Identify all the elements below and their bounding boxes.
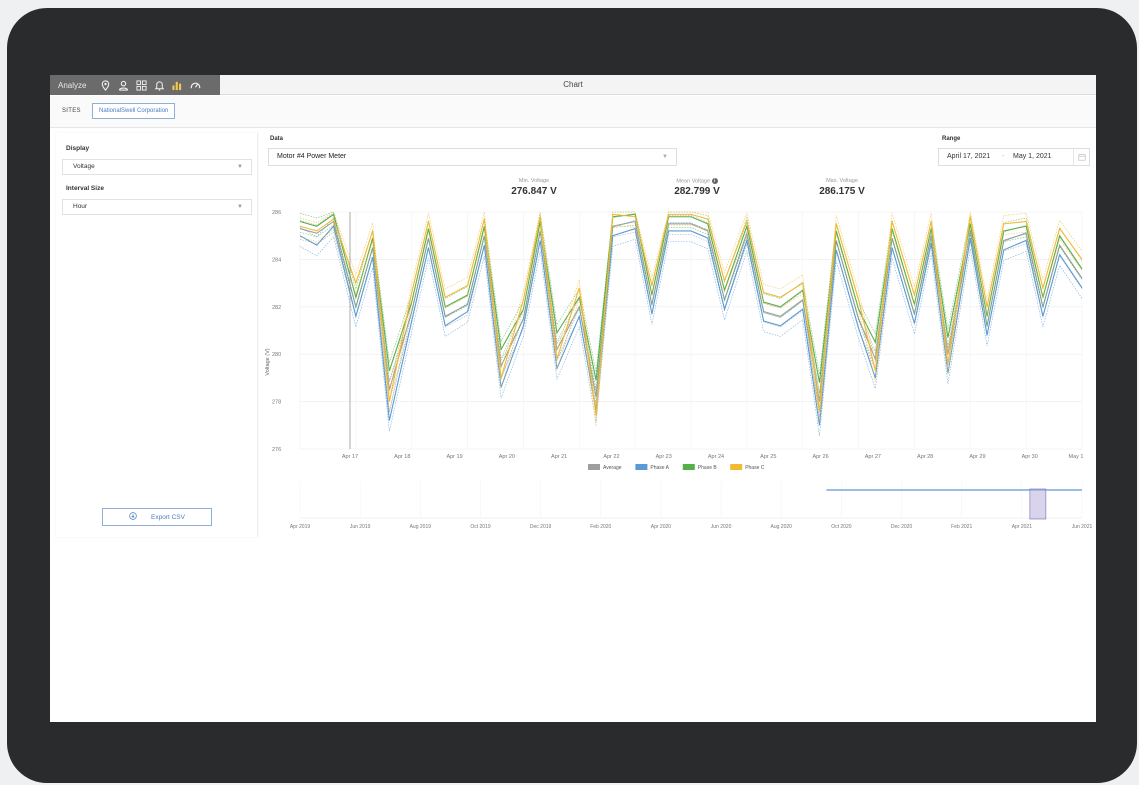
chevron-down-icon: ▼ xyxy=(662,154,668,160)
navigator-tick-label: Oct 2020 xyxy=(831,524,852,530)
navigator-tick-label: Feb 2021 xyxy=(951,524,972,530)
app-screen: Analyze Chart SITES NationalSwell Corpor… xyxy=(50,75,1096,722)
x-tick-label: Apr 21 xyxy=(551,454,567,460)
chart-legend: Average Phase A Phase B Phase C xyxy=(588,464,765,471)
min-voltage-stat: Min. Voltage 276.847 V xyxy=(479,178,589,197)
navigator-tick-label: Apr 2021 xyxy=(1012,524,1033,530)
navigator-tick-label: Aug 2019 xyxy=(410,524,432,530)
data-label: Data xyxy=(270,136,284,142)
x-tick-label: Apr 25 xyxy=(760,454,776,460)
dashboard-grid-icon[interactable] xyxy=(134,78,148,92)
x-tick-label: Apr 30 xyxy=(1022,454,1038,460)
y-tick-label: 284 xyxy=(272,257,281,263)
navigator-tick-label: Jun 2020 xyxy=(711,524,732,530)
legend-label[interactable]: Average xyxy=(603,465,622,471)
max-voltage-label: Max. Voltage xyxy=(826,178,858,184)
x-tick-label: Apr 18 xyxy=(394,454,410,460)
x-tick-label: Apr 22 xyxy=(603,454,619,460)
bar-chart-icon[interactable] xyxy=(170,78,184,92)
user-icon[interactable] xyxy=(116,78,130,92)
x-tick-label: May 1 xyxy=(1069,454,1084,460)
display-select[interactable]: Voltage ▼ xyxy=(62,159,252,175)
max-voltage-stat: Max. Voltage 286.175 V xyxy=(787,178,897,197)
legend-label[interactable]: Phase B xyxy=(698,465,718,471)
navigator-tick-label: Dec 2020 xyxy=(891,524,913,530)
export-csv-label: Export CSV xyxy=(151,513,185,521)
sites-label: SITES xyxy=(62,108,81,114)
data-select[interactable]: Motor #4 Power Meter ▼ xyxy=(268,148,677,166)
x-tick-label: Apr 29 xyxy=(969,454,985,460)
navigator-tick-label: Apr 2020 xyxy=(651,524,672,530)
y-tick-label: 276 xyxy=(272,447,281,453)
gauge-icon[interactable] xyxy=(188,78,202,92)
calendar-icon[interactable] xyxy=(1073,149,1089,165)
y-tick-label: 282 xyxy=(272,305,281,311)
mean-voltage-stat: Mean Voltage i 282.799 V xyxy=(642,178,752,197)
y-axis-label: Voltage (V) xyxy=(265,348,271,375)
export-csv-button[interactable]: Export CSV xyxy=(102,508,212,526)
info-icon[interactable]: i xyxy=(711,178,718,184)
x-tick-label: Apr 27 xyxy=(865,454,881,460)
legend-swatch xyxy=(682,464,695,470)
interval-select[interactable]: Hour ▼ xyxy=(62,199,252,215)
mean-voltage-label-text: Mean Voltage xyxy=(676,178,711,185)
legend-swatch xyxy=(588,464,600,470)
download-icon xyxy=(129,512,137,522)
range-separator: - xyxy=(1002,153,1005,160)
legend-label[interactable]: Phase C xyxy=(745,465,765,471)
sites-bar: SITES NationalSwell Corporation xyxy=(50,96,1096,128)
legend-label[interactable]: Phase A xyxy=(650,465,669,471)
navigator-tick-label: Dec 2019 xyxy=(530,524,552,530)
legend-swatch xyxy=(635,464,648,470)
navigator-selection-window[interactable] xyxy=(1029,488,1047,520)
date-range-picker[interactable]: April 17, 2021 - May 1, 2021 xyxy=(938,148,1090,166)
range-navigator[interactable]: Apr 2019 Jun 2019 Aug 2019 Oct 2019 Dec 2019… xyxy=(290,481,1093,530)
display-select-value: Voltage xyxy=(73,163,95,170)
y-tick-label: 280 xyxy=(272,352,281,358)
x-tick-label: Apr 19 xyxy=(446,454,462,460)
voltage-chart[interactable]: 276278280282284286 Voltage (V) Apr 17 Apr… xyxy=(260,200,1096,545)
x-tick-label: Apr 20 xyxy=(499,454,515,460)
x-tick-label: Apr 23 xyxy=(656,454,672,460)
x-tick-label: Apr 26 xyxy=(812,454,828,460)
chevron-down-icon: ▼ xyxy=(237,204,243,210)
left-panel: Display Voltage ▼ Interval Size Hour ▼ E… xyxy=(56,133,258,537)
min-voltage-label: Min. Voltage xyxy=(518,178,550,184)
x-tick-label: Apr 28 xyxy=(917,454,933,460)
interval-select-value: Hour xyxy=(73,203,88,210)
navigator-tick-label: Apr 2019 xyxy=(290,524,311,530)
range-start[interactable]: April 17, 2021 xyxy=(947,153,990,160)
navigator-tick-label: Aug 2020 xyxy=(771,524,793,530)
mean-voltage-label: Mean Voltage i xyxy=(642,178,752,184)
x-tick-label: Apr 24 xyxy=(708,454,724,460)
min-voltage-value: 276.847 V xyxy=(511,186,557,197)
top-bar: Analyze Chart xyxy=(50,75,1096,95)
data-select-value: Motor #4 Power Meter xyxy=(277,153,347,160)
analyze-label[interactable]: Analyze xyxy=(58,81,86,90)
range-end[interactable]: May 1, 2021 xyxy=(1013,153,1052,160)
legend-swatch xyxy=(730,464,743,470)
range-label: Range xyxy=(942,136,961,142)
display-label: Display xyxy=(66,145,90,152)
chevron-down-icon: ▼ xyxy=(237,164,243,170)
interval-label: Interval Size xyxy=(66,185,104,192)
navigator-tick-label: Jun 2019 xyxy=(350,524,371,530)
site-chip[interactable]: NationalSwell Corporation xyxy=(92,103,176,119)
y-tick-label: 286 xyxy=(272,210,281,216)
mean-voltage-value: 282.799 V xyxy=(674,186,720,198)
bell-icon[interactable] xyxy=(152,78,166,92)
y-tick-label: 278 xyxy=(272,400,281,406)
x-axis: Apr 17 Apr 18 Apr 19 Apr 20 Apr 21 Apr 22 Apr … xyxy=(342,454,1084,460)
navigator-tick-label: Oct 2019 xyxy=(470,524,491,530)
y-axis: 276 278 280 282 284 286 xyxy=(272,210,281,453)
max-voltage-value: 286.175 V xyxy=(819,186,865,197)
navigator-tick-label: Jun 2021 xyxy=(1072,524,1093,530)
analyze-toolbar: Analyze xyxy=(50,75,220,95)
x-tick-label: Apr 17 xyxy=(342,454,358,460)
navigator-tick-label: Feb 2020 xyxy=(590,524,611,530)
location-pin-icon[interactable] xyxy=(98,78,112,92)
